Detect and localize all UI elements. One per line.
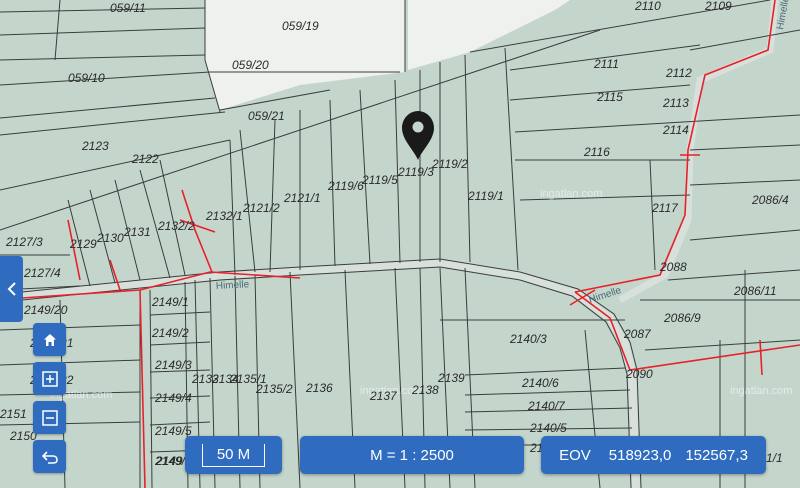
parcel-label: 2149/1 [151, 295, 189, 309]
parcel-label: 2140/7 [527, 399, 566, 413]
parcel-label: 2149 [155, 454, 183, 468]
watermark: ingatlan.com [730, 385, 792, 397]
parcel-label: 2127/4 [23, 266, 61, 280]
eov-coordinates: EOV 518923,0 152567,3 [541, 436, 766, 474]
parcel-label: 059/19 [282, 19, 319, 33]
parcel-label: 2123 [81, 139, 109, 153]
home-icon [43, 333, 56, 346]
watermark: ingatlan.com [540, 188, 602, 200]
parcel-label: 2109 [704, 0, 732, 13]
parcel-label: 2087 [623, 327, 652, 341]
parcel-label: 2090 [625, 367, 653, 381]
parcel-label: 059/10 [68, 71, 105, 85]
parcel-label: 2132/2 [157, 219, 195, 233]
parcel-label: 2111 [593, 57, 619, 71]
parcel-label: 2151 [0, 407, 27, 421]
parcel-label: 2137 [369, 389, 398, 403]
parcel-label: 2119/6 [327, 179, 364, 193]
parcel-label: 2127/3 [5, 235, 43, 249]
parcel-label: 2116 [583, 145, 610, 159]
parcel-label: 059/11 [110, 1, 146, 15]
zoom-in-button[interactable] [33, 362, 66, 395]
back-button[interactable] [33, 440, 66, 473]
scale-ratio: M = 1 : 2500 [300, 436, 524, 474]
scale-bar: 50 M [185, 436, 282, 474]
parcel-label: 2131 [123, 225, 151, 239]
chevron-left-icon [7, 282, 16, 296]
parcel-label: 2122 [131, 152, 159, 166]
eov-x-value: 518923,0 [608, 446, 672, 464]
parcel-label: 2130 [96, 231, 124, 245]
eov-y-value: 152567,3 [685, 446, 748, 464]
parcel-label: 2149/20 [23, 303, 68, 317]
scale-ratio-label: M = 1 : 2500 [370, 446, 454, 464]
parcel-label: 2149/3 [154, 358, 192, 372]
scale-bar-label: 50 M [201, 443, 266, 467]
parcel-label: 2114 [662, 123, 689, 137]
zoom-out-button[interactable] [33, 401, 66, 434]
cadastral-map[interactable]: ingatlan.com ingatlan.com ingatlan.com i… [0, 0, 800, 488]
parcel-label: 2112 [665, 66, 692, 80]
parcel-label: 2086/9 [663, 311, 701, 325]
parcel-label: 059/21 [248, 109, 285, 123]
parcel-label: 2110 [634, 0, 661, 13]
parcel-label: 2088 [659, 260, 687, 274]
parcel-label: 2119/3 [397, 165, 434, 179]
parcel-label: 2139 [437, 371, 465, 385]
back-arrow-icon [41, 450, 58, 464]
parcel-label: 2086/11 [733, 284, 777, 298]
eov-label: EOV [559, 446, 591, 464]
parcel-label: 2113 [662, 96, 689, 110]
parcel-label: 2138 [411, 383, 439, 397]
collapse-panel-button[interactable] [0, 256, 23, 322]
parcel-label: 2149/4 [154, 391, 192, 405]
parcel-label: 2136 [305, 381, 333, 395]
parcel-label: 2121/1 [283, 191, 321, 205]
parcel-label: 2119/2 [431, 157, 468, 171]
parcel-label: 2119/5 [361, 173, 398, 187]
street-label: Himelle [216, 279, 250, 292]
parcel-label: 2117 [651, 201, 679, 215]
parcel-label: 2135/2 [255, 382, 293, 396]
parcel-label: 2129 [69, 237, 97, 251]
zoom-in-icon [41, 370, 58, 387]
parcel-label: 2115 [596, 90, 623, 104]
parcel-label: 2132/1 [205, 209, 243, 223]
home-button[interactable] [33, 323, 66, 356]
parcel-label: 2121/2 [242, 201, 280, 215]
parcel-label: 059/20 [232, 58, 269, 72]
parcel-label: 2140/6 [521, 376, 559, 390]
parcel-label: 2119/1 [467, 189, 504, 203]
parcel-label: 2086/4 [751, 193, 789, 207]
parcel-label: 2140/5 [529, 421, 567, 435]
zoom-out-icon [41, 409, 58, 426]
parcel-label: 2149/2 [151, 326, 189, 340]
parcel-label: 2140/3 [509, 332, 547, 346]
